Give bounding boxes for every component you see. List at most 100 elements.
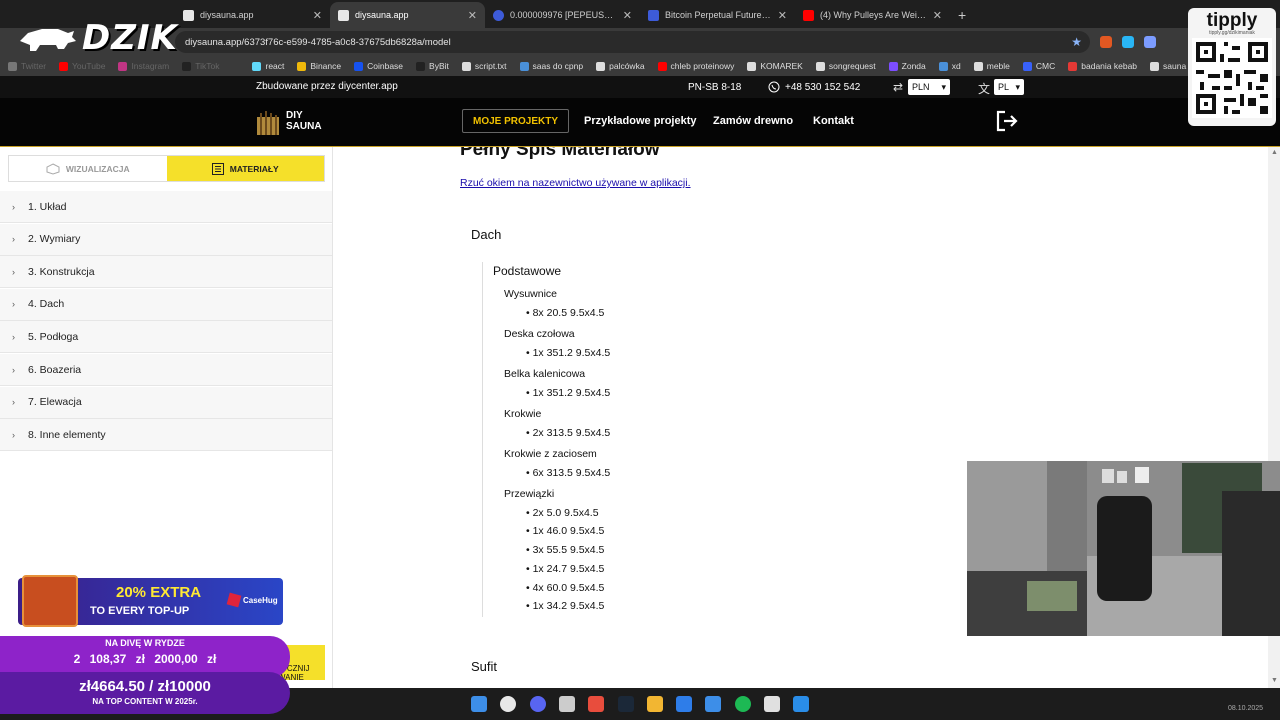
- bookmark-item[interactable]: TikTok: [182, 61, 219, 71]
- bookmark-label: palcówka: [609, 61, 645, 71]
- bookmark-label: CMC: [1035, 61, 1056, 71]
- bookmark-item[interactable]: YouTube: [59, 61, 105, 71]
- bookmark-label: Coinbase: [367, 61, 404, 71]
- goal-subtitle: NA TOP CONTENT W 2025r.: [92, 697, 198, 706]
- currency-select[interactable]: PLN ▾: [908, 79, 950, 95]
- bookmark-item[interactable]: Instagram: [118, 61, 169, 71]
- accordion-section-label: 4. Dach: [28, 298, 65, 311]
- nav-contact[interactable]: Kontakt: [813, 115, 854, 127]
- accordion-section[interactable]: › 2. Wymiary: [0, 223, 332, 256]
- material-name: Krokwie: [504, 408, 542, 420]
- chevron-right-icon: ›: [12, 266, 15, 277]
- material-quantity: • 1x 24.7 9.5x4.5: [526, 563, 604, 575]
- chevron-down-icon: ▾: [1015, 81, 1020, 92]
- bookmark-item[interactable]: songrequest: [815, 61, 876, 71]
- accordion-section[interactable]: › 3. Konstrukcja: [0, 256, 332, 289]
- bookmark-star-icon[interactable]: ★: [1071, 35, 1082, 49]
- spotify-icon[interactable]: [734, 696, 751, 712]
- bookmark-item[interactable]: react: [252, 61, 284, 71]
- browser-tab[interactable]: Bitcoin Perpetual Futures_ Bitcoin✕: [640, 2, 795, 28]
- logout-icon[interactable]: [995, 110, 1019, 132]
- bookmark-item[interactable]: sauna: [1150, 61, 1186, 71]
- extension-icon[interactable]: [1122, 36, 1134, 48]
- opening-hours: PN-SB 8-18: [688, 82, 742, 93]
- naming-link[interactable]: Rzuć okiem na nazewnictwo używane w apli…: [460, 177, 691, 189]
- accordion-section[interactable]: › 7. Elewacja: [0, 386, 332, 419]
- accordion-section[interactable]: › 4. Dach: [0, 288, 332, 321]
- nav-order-wood[interactable]: Zamów drewno: [713, 115, 793, 127]
- scroll-down-icon[interactable]: ▼: [1271, 677, 1278, 684]
- bookmark-item[interactable]: saas do cpnp: [519, 61, 583, 71]
- bookmark-item[interactable]: Twitter: [8, 61, 46, 71]
- accordion-section[interactable]: › 5. Podłoga: [0, 321, 332, 354]
- material-quantity: • 2x 5.0 9.5x4.5: [526, 507, 599, 519]
- new-tab-button[interactable]: +: [950, 7, 974, 28]
- notepad-icon[interactable]: [764, 696, 780, 712]
- bookmark-item[interactable]: badania kebab: [1068, 61, 1137, 71]
- bookmark-item[interactable]: Coinbase: [354, 61, 403, 71]
- language-select[interactable]: PL ▾: [994, 79, 1024, 95]
- chevron-right-icon: ›: [12, 364, 15, 375]
- tab-materials[interactable]: MATERIAŁY: [166, 156, 324, 181]
- tab-favicon-icon: [183, 9, 194, 21]
- settings-icon[interactable]: [588, 696, 605, 712]
- accordion-section-label: 6. Boazeria: [28, 363, 82, 376]
- extension-icon[interactable]: [1144, 36, 1156, 48]
- bookmark-label: Binance: [310, 61, 342, 71]
- app-icon[interactable]: [558, 696, 575, 712]
- bookmark-item[interactable]: palcówka: [596, 61, 645, 71]
- bookmark-label: Instagram: [131, 61, 170, 71]
- translate-icon: 文: [978, 82, 991, 96]
- bullet-icon: •: [526, 426, 533, 439]
- bookmark-item[interactable]: CMC: [1022, 61, 1056, 71]
- builder-credit[interactable]: Zbudowane przez diycenter.app: [256, 81, 398, 92]
- browser-tab-active[interactable]: diysauna.app ✕: [330, 2, 485, 28]
- divider: [482, 262, 483, 617]
- site-info-bar: Zbudowane przez diycenter.app PN-SB 8-18…: [0, 76, 1280, 98]
- site-logo[interactable]: DIY SAUNA: [256, 107, 322, 135]
- browser-tab[interactable]: (4) Why Pulleys Are Weirder Than✕: [795, 2, 950, 28]
- tab-close-icon[interactable]: ✕: [468, 9, 477, 22]
- phone-contact[interactable]: +48 530 152 542: [768, 81, 860, 93]
- paint-icon[interactable]: [793, 696, 810, 712]
- tab-close-icon[interactable]: ✕: [313, 9, 322, 22]
- tab-close-icon[interactable]: ✕: [933, 9, 942, 22]
- bookmark-item[interactable]: ByBit: [416, 61, 449, 71]
- donation-goal-2: zł4664.50 / zł10000 NA TOP CONTENT W 202…: [0, 672, 290, 714]
- bookmark-item[interactable]: xd: [938, 61, 961, 71]
- tab-close-icon[interactable]: ✕: [623, 9, 632, 22]
- logo-line-2: SAUNA: [286, 121, 322, 132]
- discord-icon[interactable]: [529, 696, 546, 712]
- browser-tab[interactable]: diysauna.app ✕: [175, 2, 330, 28]
- bookmark-item[interactable]: Zonda: [888, 61, 926, 71]
- bullet-icon: •: [526, 346, 533, 359]
- bookmark-item[interactable]: KOMAREK: [747, 61, 803, 71]
- windows-icon[interactable]: [471, 696, 487, 712]
- logo-text: DZIK: [82, 18, 178, 58]
- section-title: Dach: [471, 227, 502, 242]
- my-projects-button[interactable]: MOJE PROJEKTY: [462, 109, 570, 133]
- tool-icon[interactable]: [705, 696, 722, 712]
- folder-icon[interactable]: [646, 696, 663, 712]
- logo-line-1: DIY: [286, 110, 303, 121]
- scroll-up-icon[interactable]: ▲: [1271, 149, 1278, 156]
- steam-icon[interactable]: [617, 696, 634, 712]
- extension-icon[interactable]: [1100, 36, 1112, 48]
- bookmark-item[interactable]: Binance: [297, 61, 341, 71]
- ccleaner-icon[interactable]: [676, 696, 693, 712]
- nav-example-projects[interactable]: Przykładowe projekty: [584, 115, 697, 127]
- bookmark-item[interactable]: meble: [973, 61, 1010, 71]
- bookmark-item[interactable]: chleb proteinowy: [657, 61, 734, 71]
- chrome-icon[interactable]: [500, 696, 517, 712]
- tab-close-icon[interactable]: ✕: [778, 9, 787, 22]
- quantity-text: 3x 55.5 9.5x4.5: [532, 544, 605, 557]
- accordion-section[interactable]: › 6. Boazeria: [0, 354, 332, 386]
- bookmark-label: react: [265, 61, 285, 71]
- browser-tab[interactable]: 0.000009976 [PEPEUSDT] Futures✕: [485, 2, 640, 28]
- accordion-section[interactable]: › 8. Inne elementy: [0, 419, 332, 452]
- bookmark-item[interactable]: script.txt: [461, 61, 507, 71]
- quantity-text: 1x 24.7 9.5x4.5: [532, 562, 605, 575]
- tab-visualization[interactable]: WIZUALIZACJA: [9, 156, 167, 181]
- accordion-section[interactable]: › 1. Układ: [0, 191, 332, 223]
- url-input[interactable]: diysauna.app/6373f76c-e599-4785-a0c8-376…: [175, 31, 1090, 53]
